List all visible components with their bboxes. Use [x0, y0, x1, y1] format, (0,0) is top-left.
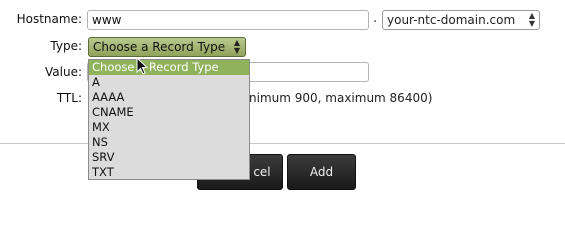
- dropdown-option[interactable]: NS: [89, 135, 249, 150]
- record-type-select[interactable]: Choose a Record Type ▲ ▼: [88, 37, 246, 57]
- hostname-label: Hostname:: [16, 12, 82, 26]
- value-label: Value:: [45, 65, 82, 79]
- add-button[interactable]: Add: [287, 154, 356, 190]
- dropdown-option[interactable]: CNAME: [89, 105, 249, 120]
- record-type-select-value: Choose a Record Type: [93, 40, 226, 54]
- mouse-cursor-icon: [136, 57, 148, 75]
- dropdown-option[interactable]: MX: [89, 120, 249, 135]
- hostname-input[interactable]: www: [87, 10, 369, 30]
- select-arrows-icon: ▲ ▼: [528, 11, 535, 28]
- form-divider: [0, 143, 565, 144]
- type-label: Type:: [50, 39, 82, 53]
- dropdown-option[interactable]: AAAA: [89, 90, 249, 105]
- dropdown-option[interactable]: Choose a Record Type: [89, 60, 249, 75]
- select-arrows-icon: ▲ ▼: [233, 38, 240, 55]
- domain-separator-dot: .: [373, 11, 378, 26]
- ttl-hint: nimum 900, maximum 86400): [249, 91, 433, 105]
- dropdown-option[interactable]: TXT: [89, 165, 249, 180]
- record-type-dropdown[interactable]: Choose a Record Type A AAAA CNAME MX NS …: [88, 59, 250, 180]
- domain-select[interactable]: your-ntc-domain.com ▲ ▼: [382, 10, 540, 30]
- domain-select-value: your-ntc-domain.com: [387, 13, 516, 27]
- dropdown-option[interactable]: SRV: [89, 150, 249, 165]
- ttl-label: TTL:: [56, 91, 82, 105]
- dropdown-option[interactable]: A: [89, 75, 249, 90]
